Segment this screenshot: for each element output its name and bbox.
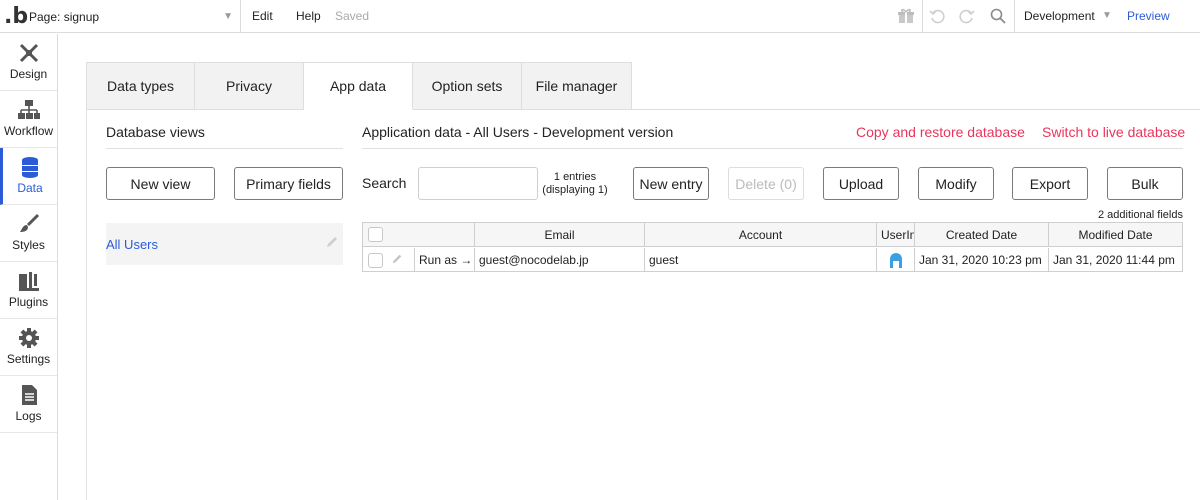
tab-app-data[interactable]: App data <box>304 62 413 110</box>
primary-fields-button[interactable]: Primary fields <box>234 167 343 200</box>
data-tabs: Data types Privacy App data Option sets … <box>86 62 632 110</box>
entries-count: 1 entries (displaying 1) <box>540 171 610 197</box>
sidebar-item-label: Logs <box>15 409 42 423</box>
bubble-logo[interactable]: .b <box>4 4 28 29</box>
run-as-header <box>415 223 475 247</box>
divider <box>632 109 1200 110</box>
database-icon <box>22 157 38 178</box>
tab-privacy[interactable]: Privacy <box>195 62 304 110</box>
cell-userin[interactable] <box>877 248 915 272</box>
cell-account[interactable]: guest <box>645 248 877 272</box>
sidebar-item-data[interactable]: Data <box>0 148 57 205</box>
sidebar-item-workflow[interactable]: Workflow <box>0 91 57 148</box>
modify-button[interactable]: Modify <box>918 167 994 200</box>
column-header-email[interactable]: Email <box>475 223 645 247</box>
export-button[interactable]: Export <box>1012 167 1088 200</box>
brush-icon <box>19 213 39 232</box>
divider <box>106 148 343 149</box>
run-as-link[interactable]: Run as → <box>415 248 475 272</box>
search-icon[interactable] <box>988 6 1008 26</box>
upload-button[interactable]: Upload <box>823 167 899 200</box>
sidebar-item-label: Data <box>17 181 43 195</box>
redo-icon[interactable] <box>957 6 977 26</box>
sidebar-item-label: Settings <box>6 352 51 366</box>
column-header-userin[interactable]: UserIn <box>877 223 915 247</box>
database-views-title: Database views <box>106 124 205 140</box>
divider <box>922 0 923 33</box>
divider <box>1014 0 1015 33</box>
help-menu[interactable]: Help <box>296 9 321 23</box>
column-header-modified-date[interactable]: Modified Date <box>1049 223 1182 247</box>
page-selector[interactable]: Page: signup ▼ <box>29 0 239 33</box>
row-checkbox[interactable] <box>368 252 383 268</box>
sidebar-item-settings[interactable]: Settings <box>0 319 57 376</box>
sidebar-item-label: Design <box>9 67 48 81</box>
select-all-cell <box>363 223 415 247</box>
row-select-cell <box>363 248 415 272</box>
top-bar: .b Page: signup ▼ Edit Help Saved Develo… <box>0 0 1200 33</box>
bulk-button[interactable]: Bulk <box>1107 167 1183 200</box>
tab-option-sets[interactable]: Option sets <box>413 62 522 110</box>
saved-status: Saved <box>335 9 370 23</box>
cell-email[interactable]: guest@nocodelab.jp <box>475 248 645 272</box>
divider <box>240 0 241 33</box>
switch-to-live-link[interactable]: Switch to live database <box>1042 124 1185 140</box>
document-icon <box>21 385 37 405</box>
gift-icon[interactable] <box>896 6 916 26</box>
cell-modified-date[interactable]: Jan 31, 2020 11:44 pm <box>1049 248 1182 272</box>
gear-icon <box>18 328 39 348</box>
tab-file-manager[interactable]: File manager <box>522 62 632 110</box>
column-header-created-date[interactable]: Created Date <box>915 223 1049 247</box>
column-header-account[interactable]: Account <box>645 223 877 247</box>
sidebar-item-design[interactable]: Design <box>0 34 57 91</box>
sidebar-item-logs[interactable]: Logs <box>0 376 57 433</box>
select-all-checkbox[interactable] <box>368 227 383 242</box>
database-view-label[interactable]: All Users <box>106 237 158 252</box>
page-selector-label: Page: signup <box>29 9 100 24</box>
tab-data-types[interactable]: Data types <box>86 62 195 110</box>
pencil-icon[interactable] <box>325 235 339 252</box>
copy-restore-database-link[interactable]: Copy and restore database <box>856 124 1025 140</box>
database-view-item[interactable]: All Users <box>106 223 343 265</box>
new-entry-button[interactable]: New entry <box>633 167 709 200</box>
delete-button[interactable]: Delete (0) <box>728 167 804 200</box>
entries-count-text: 1 entries <box>553 171 597 183</box>
left-sidebar: Design Workflow Data Styles Plugins Sett… <box>0 34 58 500</box>
data-table: Email Account UserIn Created Date Modifi… <box>362 222 1183 272</box>
cell-created-date[interactable]: Jan 31, 2020 10:23 pm <box>915 248 1049 272</box>
application-data-title: Application data - All Users - Developme… <box>362 124 674 140</box>
environment-selector[interactable]: Development <box>1024 9 1095 23</box>
sidebar-item-label: Plugins <box>8 295 49 309</box>
plug-icon <box>18 272 39 291</box>
chevron-down-icon: ▼ <box>1102 10 1112 21</box>
divider <box>362 148 1183 149</box>
preview-link[interactable]: Preview <box>1127 9 1170 23</box>
sidebar-item-label: Styles <box>12 238 45 252</box>
search-label: Search <box>362 175 407 191</box>
chevron-down-icon: ▼ <box>223 11 233 22</box>
edit-menu[interactable]: Edit <box>252 9 273 23</box>
undo-icon[interactable] <box>927 6 947 26</box>
pencil-icon[interactable] <box>391 253 403 268</box>
search-input[interactable] <box>418 167 538 200</box>
sidebar-item-plugins[interactable]: Plugins <box>0 262 57 319</box>
workflow-icon <box>17 100 40 119</box>
additional-fields-link[interactable]: 2 additional fields <box>1060 209 1183 221</box>
sidebar-item-label: Workflow <box>3 124 54 138</box>
design-icon <box>19 43 38 63</box>
user-image-icon <box>889 253 902 268</box>
entries-displaying-text: (displaying 1) <box>542 184 608 196</box>
new-view-button[interactable]: New view <box>106 167 215 200</box>
sidebar-item-styles[interactable]: Styles <box>0 205 57 262</box>
